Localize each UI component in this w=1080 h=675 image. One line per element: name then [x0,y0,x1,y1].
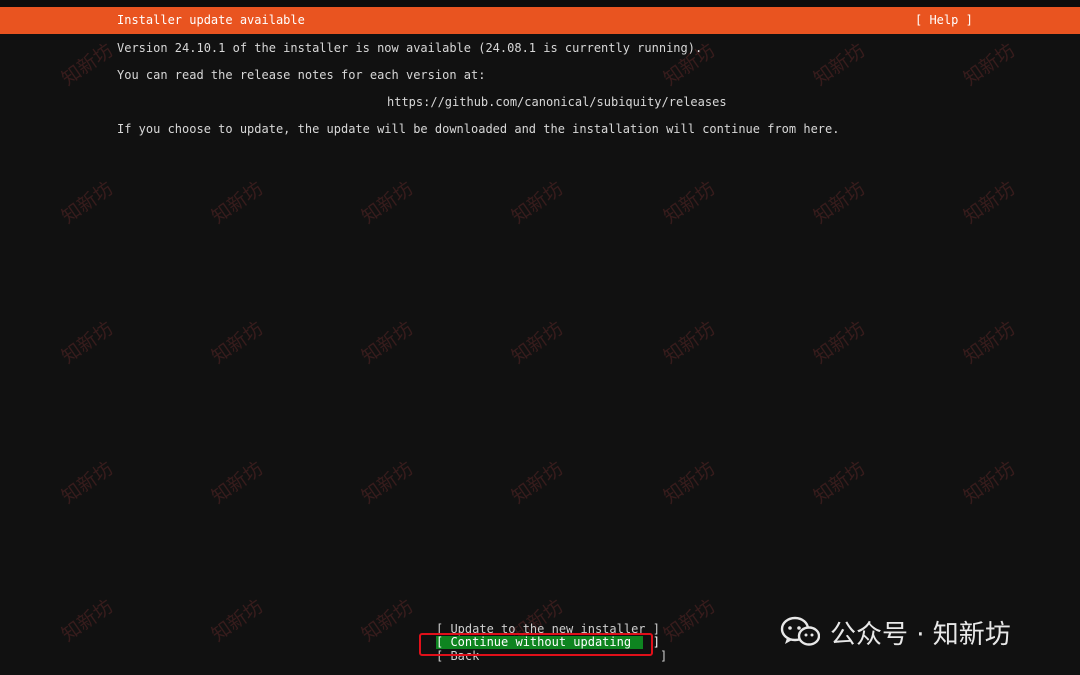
watermark-text: 知新坊 [57,177,118,229]
watermark-text: 知新坊 [57,39,118,91]
watermark-text: 知新坊 [357,317,418,369]
watermark-text: 知新坊 [207,177,268,229]
release-notes-text: You can read the release notes for each … [117,68,486,82]
watermark-text: 知新坊 [809,457,870,509]
watermark-text: 知新坊 [57,457,118,509]
watermark-text: 知新坊 [357,177,418,229]
watermark-text: 知新坊 [659,457,720,509]
version-text: Version 24.10.1 of the installer is now … [117,41,703,55]
watermark-text: 知新坊 [207,595,268,647]
watermark-text: 知新坊 [809,317,870,369]
watermark-text: 知新坊 [507,177,568,229]
watermark-text: 知新坊 [809,177,870,229]
watermark-text: 知新坊 [207,317,268,369]
watermark-text: 知新坊 [959,317,1020,369]
watermark-text: 知新坊 [959,39,1020,91]
watermark-text: 知新坊 [959,177,1020,229]
selection-highlight-box [419,633,653,656]
title-bar: Installer update available [ Help ] [0,7,1080,34]
watermark-text: 知新坊 [659,595,720,647]
brand-watermark: 公众号 · 知新坊 [780,612,1011,652]
watermark-text: 知新坊 [357,457,418,509]
help-button[interactable]: [ Help ] [915,13,973,27]
wechat-icon [780,616,820,646]
brand-text: 公众号 · 知新坊 [830,619,1011,650]
watermark-text: 知新坊 [57,595,118,647]
page-title: Installer update available [117,13,305,27]
watermark-text: 知新坊 [357,595,418,647]
watermark-text: 知新坊 [207,457,268,509]
watermark-text: 知新坊 [507,457,568,509]
watermark-text: 知新坊 [809,39,870,91]
watermark-text: 知新坊 [959,457,1020,509]
release-notes-link[interactable]: https://github.com/canonical/subiquity/r… [387,95,727,109]
watermark-text: 知新坊 [57,317,118,369]
watermark-text: 知新坊 [659,177,720,229]
watermark-text: 知新坊 [507,317,568,369]
watermark-text: 知新坊 [659,317,720,369]
top-strip [0,0,1080,7]
update-info-text: If you choose to update, the update will… [117,122,840,136]
